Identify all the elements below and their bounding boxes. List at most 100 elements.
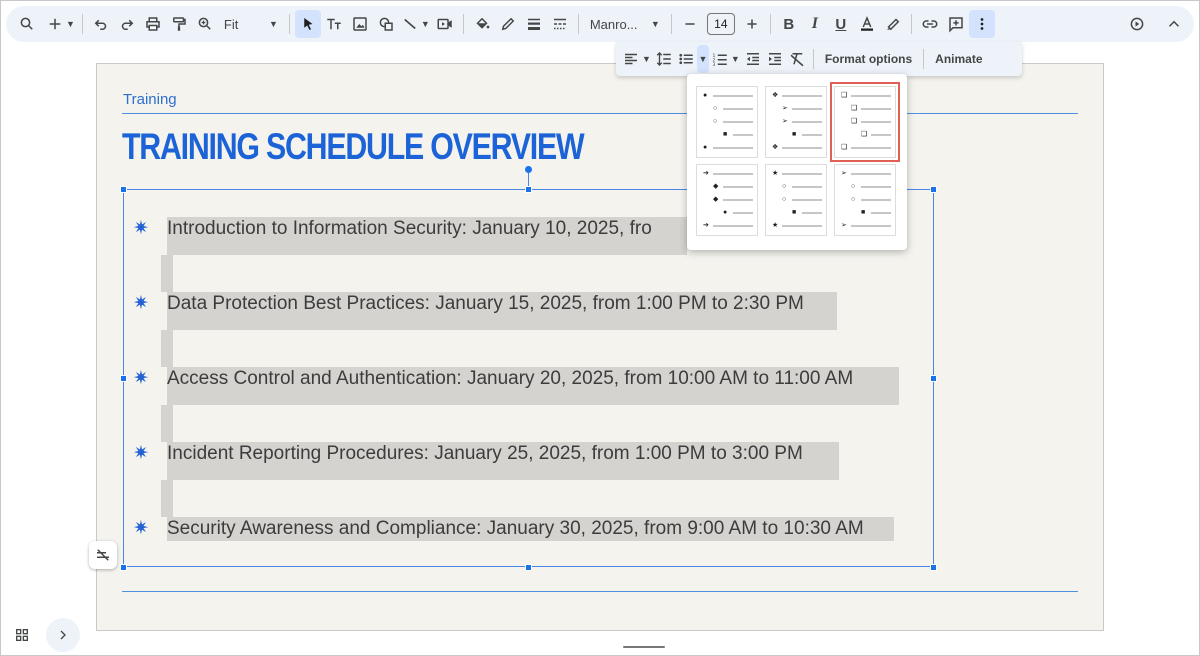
- slide-title[interactable]: TRAINING SCHEDULE OVERVIEW: [122, 126, 585, 168]
- bullet-preset-symbol: ○: [782, 196, 787, 203]
- bullet-preset-line: [851, 225, 891, 227]
- bullet-preset-option[interactable]: ➢ ○ ○ ■ ➢: [834, 164, 896, 236]
- video-icon[interactable]: [432, 10, 458, 38]
- search-icon[interactable]: [14, 10, 40, 38]
- more-vert-icon[interactable]: [968, 10, 995, 38]
- comment-icon[interactable]: [943, 10, 969, 38]
- slide-topic[interactable]: Training: [123, 91, 177, 108]
- select-cursor-icon[interactable]: [294, 10, 321, 38]
- bullet-preset-line: [713, 147, 753, 149]
- bullet-preset-symbol: ★: [772, 170, 779, 177]
- underline-icon[interactable]: U: [828, 10, 854, 38]
- undo-icon[interactable]: [88, 10, 114, 38]
- numbered-list-button[interactable]: 123 ▼: [709, 45, 742, 73]
- border-color-icon[interactable]: [495, 10, 521, 38]
- increase-font-size-button[interactable]: [739, 10, 765, 38]
- expand-filmstrip-button[interactable]: [46, 618, 80, 652]
- bullet-preset-option[interactable]: ● ○ ○ ■ ●: [696, 86, 758, 158]
- resize-handle[interactable]: [930, 186, 937, 193]
- bullet-preset-line: [861, 121, 891, 123]
- resize-handle[interactable]: [120, 564, 127, 571]
- animate-button[interactable]: Animate: [929, 52, 988, 66]
- resize-handle[interactable]: [120, 186, 127, 193]
- border-dash-icon[interactable]: [547, 10, 573, 38]
- shape-icon[interactable]: [373, 10, 399, 38]
- bullet-preset-symbol: ❖: [772, 144, 779, 151]
- font-size-input[interactable]: 14: [706, 13, 735, 35]
- bullet-preset-line: [782, 173, 822, 175]
- decrease-font-size-button[interactable]: [677, 10, 703, 38]
- resize-handle[interactable]: [930, 564, 937, 571]
- bullet-preset-line: [792, 199, 822, 201]
- bullet-preset-option[interactable]: ❑ ❑ ❑ ❑ ❑: [830, 82, 900, 162]
- clear-formatting-icon[interactable]: [786, 45, 808, 73]
- format-toolbar: ▼ ▼ 123 ▼ Format options Animate: [616, 42, 1022, 76]
- increase-indent-icon[interactable]: [764, 45, 786, 73]
- main-toolbar: ▼ Fit ▼ ▼ Manro... ▼ 14 B I U: [6, 6, 1194, 42]
- numbered-list-icon: 123: [712, 53, 727, 68]
- bold-icon[interactable]: B: [776, 10, 802, 38]
- bullet-preset-symbol: ○: [713, 105, 718, 112]
- bullet-preset-option[interactable]: ★ ○ ○ ■ ★: [765, 164, 827, 236]
- align-button[interactable]: ▼: [620, 45, 653, 73]
- add-button[interactable]: ▼: [44, 10, 77, 38]
- text-color-icon[interactable]: [854, 10, 880, 38]
- bullet-style-gallery: ● ○ ○ ■ ● ❖ ➢ ➢ ■ ❖ ❑ ❑ ❑ ❑ ❑ ➔ ◆ ◆ ● ➔ ★ ○ ○ ■ ★ ➢ ○ ○ ■ ➢: [687, 74, 907, 250]
- notes-resize-grabber[interactable]: [623, 646, 665, 648]
- bulleted-list-dropdown[interactable]: ▼: [696, 45, 709, 73]
- bullet-preset-option[interactable]: ❖ ➢ ➢ ■ ❖: [765, 86, 827, 158]
- highlight-icon[interactable]: [880, 10, 906, 38]
- zoom-icon[interactable]: [192, 10, 218, 38]
- collapse-icon[interactable]: [1161, 10, 1187, 38]
- decrease-indent-icon[interactable]: [742, 45, 764, 73]
- bullet-preset-symbol: ○: [851, 196, 856, 203]
- paint-format-icon[interactable]: [166, 10, 192, 38]
- bullet-preset-symbol: ■: [861, 209, 866, 216]
- toolbar-divider: [462, 14, 464, 34]
- bullet-preset-symbol: ●: [723, 209, 728, 216]
- text-box-icon[interactable]: [321, 10, 347, 38]
- toolbar-divider: [812, 49, 814, 69]
- font-family-select[interactable]: Manro... ▼: [584, 10, 666, 38]
- bullet-preset-symbol: ➢: [841, 222, 847, 229]
- line-spacing-icon[interactable]: [653, 45, 675, 73]
- bulleted-list-button[interactable]: [675, 45, 697, 73]
- toolbar-divider: [577, 14, 579, 34]
- bullet-preset-symbol: ◆: [713, 183, 719, 190]
- toolbar-divider: [923, 49, 925, 69]
- grid-view-button[interactable]: [6, 620, 38, 650]
- bullet-preset-symbol: ❑: [851, 118, 858, 125]
- bullet-preset-line: [871, 212, 891, 214]
- border-weight-icon[interactable]: [521, 10, 547, 38]
- bullet-preset-line: [871, 134, 891, 136]
- bullet-preset-line: [723, 199, 753, 201]
- zoom-select[interactable]: Fit ▼: [218, 10, 284, 38]
- rotation-handle[interactable]: [525, 166, 532, 173]
- bullet-preset-line: [792, 186, 822, 188]
- bullet-preset-line: [713, 173, 753, 175]
- autofit-toggle-button[interactable]: [89, 541, 117, 569]
- svg-text:3: 3: [712, 62, 715, 68]
- bullet-preset-symbol: ❑: [851, 105, 858, 112]
- resize-handle[interactable]: [525, 564, 532, 571]
- bullet-preset-symbol: ■: [723, 131, 728, 138]
- resize-handle[interactable]: [120, 375, 127, 382]
- bullet-preset-option[interactable]: ➔ ◆ ◆ ● ➔: [696, 164, 758, 236]
- image-icon[interactable]: [347, 10, 373, 38]
- link-icon[interactable]: [917, 10, 943, 38]
- bullet-preset-line: [723, 186, 753, 188]
- bullet-preset-line: [861, 199, 891, 201]
- bullet-preset-line: [713, 225, 753, 227]
- resize-handle[interactable]: [930, 375, 937, 382]
- resize-handle[interactable]: [525, 186, 532, 193]
- fill-color-icon[interactable]: [469, 10, 495, 38]
- format-options-button[interactable]: Format options: [819, 52, 918, 66]
- italic-icon[interactable]: I: [802, 10, 828, 38]
- line-button[interactable]: ▼: [399, 10, 432, 38]
- bullet-preset-line: [782, 147, 822, 149]
- print-icon[interactable]: [140, 10, 166, 38]
- present-icon[interactable]: [1124, 10, 1150, 38]
- bullet-preset-symbol: ○: [713, 118, 718, 125]
- redo-icon[interactable]: [114, 10, 140, 38]
- chevron-down-icon: ▼: [420, 19, 430, 29]
